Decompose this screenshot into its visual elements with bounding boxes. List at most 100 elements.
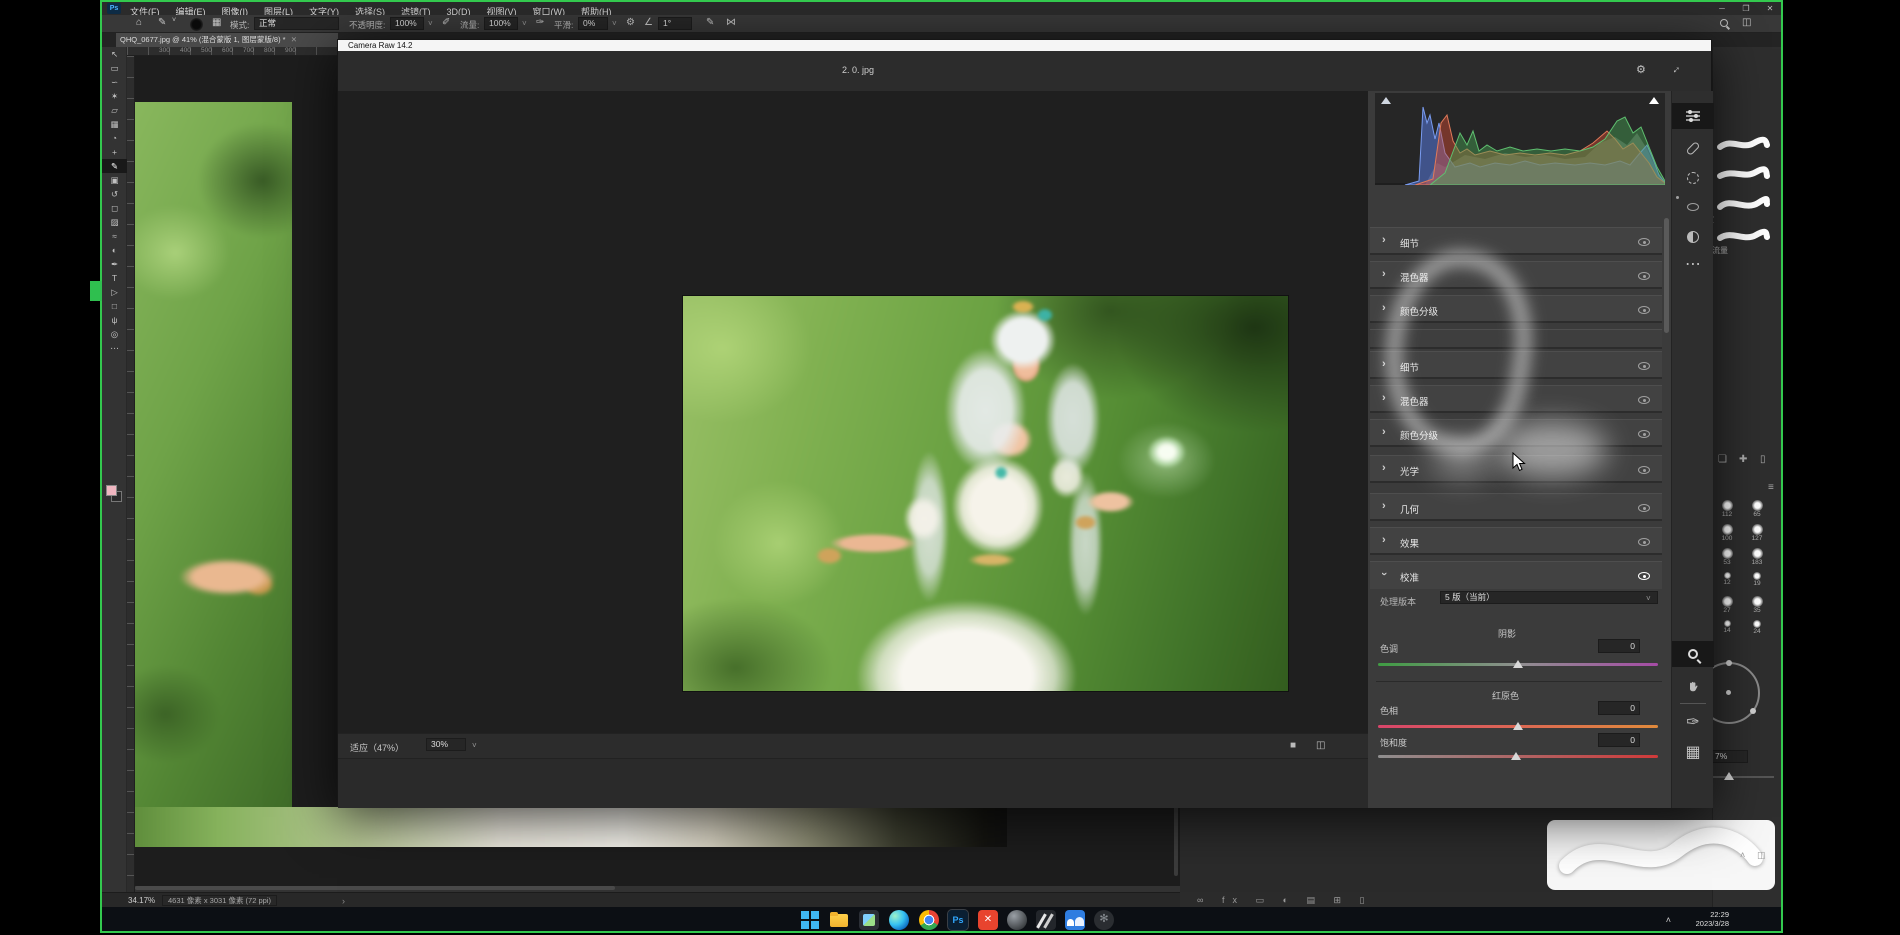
panel-collapse-icon[interactable]: ˄ [1740,850,1745,860]
brush-preset[interactable]: 112 [1714,500,1740,524]
panel-new-icon[interactable]: ✚ [1739,454,1747,465]
brush-preset[interactable]: 14 [1714,620,1740,644]
document-tab[interactable]: QHQ_0677.jpg @ 41% (混合蒙版 1, 图层蒙版/8) * ✕ [116,33,338,47]
brush-preset[interactable]: 127 [1744,524,1770,548]
blue-app-icon[interactable] [1065,910,1085,930]
panel-menu-icon[interactable]: ≡ [1768,482,1774,493]
mode-select[interactable]: 正常 [254,17,339,30]
tool-move[interactable]: ↖ [102,47,127,61]
saturation-value[interactable]: 0 [1598,733,1640,747]
tab-close-icon[interactable]: ✕ [291,35,297,44]
pressure-size-icon[interactable]: ✎ [706,17,714,28]
eye-icon[interactable] [1638,306,1650,314]
acr-zoom-select[interactable]: 30% [426,738,466,751]
file-explorer-icon[interactable] [829,910,849,930]
tool-eyedropper[interactable]: ◔ [102,131,127,145]
panel-percent-value[interactable]: 7% [1710,750,1748,763]
chrome-browser-icon[interactable] [919,910,939,930]
acr-masking-tool[interactable] [1672,165,1714,191]
acr-section-calibration-expanded[interactable]: › 校准 [1370,561,1662,589]
brush-preset[interactable]: 35 [1744,596,1770,620]
tool-clone-stamp[interactable]: ▣ [102,173,127,187]
start-button[interactable] [800,910,820,930]
brush-stroke-preview[interactable] [1716,165,1770,183]
acr-before-after-icon[interactable]: ◫ [1316,740,1325,751]
acr-preview-area[interactable] [338,91,1368,733]
flow-caret-icon[interactable]: ˅ [522,19,527,28]
brush-preset[interactable]: 183 [1744,548,1770,572]
acr-section-detail-2[interactable]: › 细节 [1370,351,1662,379]
brush-panel-toggle-icon[interactable]: ▦ [212,17,221,28]
tint-value[interactable]: 0 [1598,639,1640,653]
eye-icon[interactable] [1638,538,1650,546]
tool-type[interactable]: T [102,271,127,285]
tool-healing[interactable]: + [102,145,127,159]
tool-smudge[interactable]: ≈ [102,229,127,243]
panel-folder-icon[interactable]: ❏ [1718,454,1727,465]
opacity-caret-icon[interactable]: ˅ [428,19,433,28]
acr-fullscreen-icon[interactable]: ↔ [1667,61,1683,77]
fan-app-icon[interactable]: ✻ [1094,910,1114,930]
tool-history-brush[interactable]: ↺ [102,187,127,201]
saturation-slider-thumb[interactable] [1511,752,1521,760]
photos-app-icon[interactable] [859,910,879,930]
acr-presets-tool[interactable] [1672,224,1714,250]
acr-zoom-caret-icon[interactable]: ˅ [472,741,477,750]
canvas-image-bottom[interactable] [135,807,1007,847]
taskbar-clock[interactable]: 22:29 2023/3/28 [1696,910,1729,928]
acr-section-color-grading-2[interactable]: › 颜色分级 [1370,419,1662,447]
close-button[interactable]: ✕ [1759,2,1781,15]
symmetry-icon[interactable]: ⋈ [726,17,736,28]
status-zoom[interactable]: 34.17% [128,896,155,905]
acr-edit-tool[interactable] [1672,103,1714,129]
eye-icon[interactable] [1638,396,1650,404]
process-caret-icon[interactable]: ˅ [1646,594,1651,603]
search-icon[interactable] [1720,19,1728,27]
panel-slider-thumb[interactable] [1724,772,1734,780]
acr-section-effects[interactable]: › 效果 [1370,527,1662,555]
opacity-value[interactable]: 100% [390,17,424,30]
acr-section-optics[interactable]: › 光学 [1370,455,1662,483]
tray-expand-icon[interactable]: ˄ [1666,915,1671,925]
tool-lasso[interactable]: ∽ [102,75,127,89]
horizontal-scrollbar[interactable] [135,886,615,890]
panel-scrollbar[interactable] [1664,218,1669,333]
link-layers-icon[interactable]: ∞ [1197,895,1211,905]
airbrush-icon[interactable]: ✑ [536,17,544,28]
maximize-button[interactable]: ❐ [1735,2,1757,15]
tool-marquee[interactable]: ▭ [102,61,127,75]
angle-value[interactable]: 1° [658,17,692,30]
tool-crop[interactable]: ▱ [102,103,127,117]
status-caret-icon[interactable]: › [342,896,345,906]
hue-value[interactable]: 0 [1598,701,1640,715]
brush-preset[interactable]: 65 [1744,500,1770,524]
acr-section-color-grading[interactable]: › 颜色分级 [1370,295,1662,323]
tool-brush-selected[interactable]: ✎ [102,159,127,173]
canvas-image-left[interactable] [135,102,292,807]
brush-stroke-preview[interactable] [1716,135,1770,153]
layer-mask-icon[interactable]: ▭ [1255,895,1272,905]
edge-browser-icon[interactable] [889,910,909,930]
acr-red-eye-tool[interactable] [1672,194,1714,220]
camera-raw-title-bar[interactable]: Camera Raw 14.2 [338,40,1711,51]
tool-shape[interactable]: □ [102,299,127,313]
tool-magic-wand[interactable]: ✶ [102,89,127,103]
pressure-opacity-icon[interactable]: ✐ [442,17,450,28]
acr-fit-label[interactable]: 适应（47%） [350,741,404,754]
red-app-icon[interactable]: ✕ [978,910,998,930]
acr-zoom-tool[interactable] [1672,641,1714,667]
acr-sampler-icon[interactable]: ✑ [1672,709,1714,735]
acr-grid-toggle-icon[interactable]: ▦ [1672,739,1714,765]
eye-icon[interactable] [1638,430,1650,438]
new-layer-icon[interactable]: ⊞ [1333,895,1349,905]
acr-healing-tool[interactable] [1672,135,1714,161]
acr-section-detail[interactable]: › 细节 [1370,227,1662,255]
workspace-icon[interactable]: ◫ [1742,17,1751,28]
brush-preset[interactable]: 53 [1714,548,1740,572]
eye-icon[interactable] [1638,504,1650,512]
highlight-clipping-icon[interactable] [1649,97,1659,104]
brush-preview[interactable] [190,18,203,31]
brush-preset[interactable]: 27 [1714,596,1740,620]
sphere-app-icon[interactable] [1007,910,1027,930]
eye-icon[interactable] [1638,362,1650,370]
